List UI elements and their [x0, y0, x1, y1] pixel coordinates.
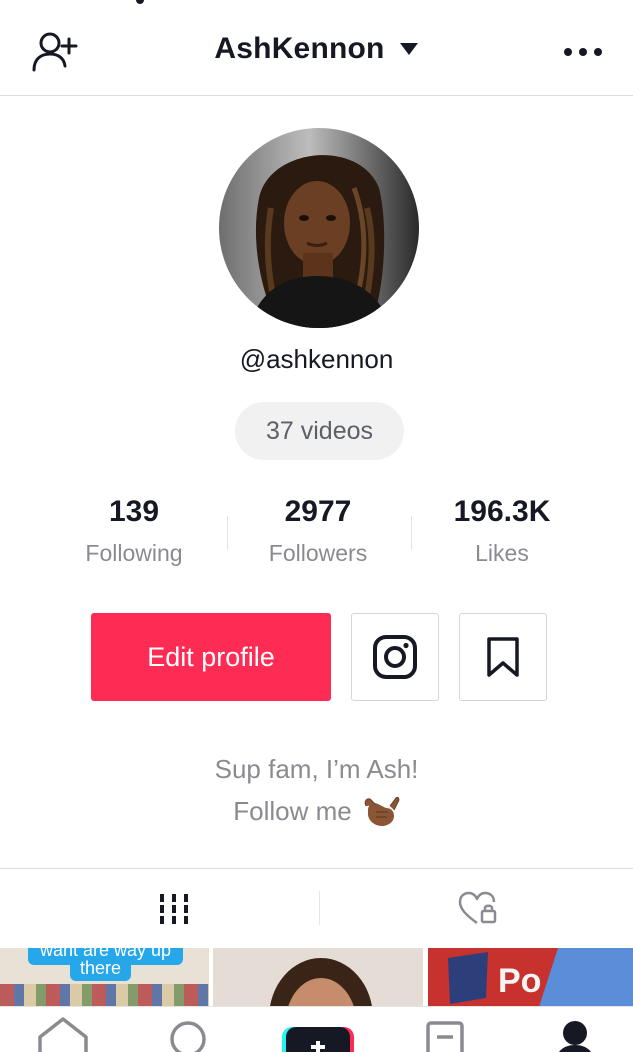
status-indicator [136, 0, 144, 4]
stat-value: 2977 [284, 495, 352, 528]
svg-text:Po: Po [498, 962, 541, 1000]
bookmark-icon [487, 637, 519, 677]
discover-icon[interactable] [154, 1007, 224, 1052]
profile-tabs [0, 868, 633, 948]
profile-stats: 139 Following 2977 Followers 196.3K Like… [0, 494, 633, 574]
stat-value: 196.3K [453, 495, 551, 528]
videos-grid-icon [160, 894, 188, 924]
stat-likes[interactable]: 196.3K Likes [412, 494, 592, 567]
stat-label: Following [85, 540, 183, 566]
bottom-nav [0, 1006, 633, 1052]
account-username: AshKennon [214, 32, 385, 65]
thumbnail-background [213, 948, 423, 1010]
profile-bio: Sup fam, I’m Ash! Follow me [0, 748, 633, 832]
instagram-icon [373, 635, 417, 679]
favorites-button[interactable] [459, 613, 547, 701]
bio-text: Follow me [233, 796, 352, 826]
caret-down-icon [399, 43, 418, 55]
stat-value: 139 [108, 495, 160, 528]
more-icon[interactable] [563, 38, 603, 66]
call-me-hand-emoji [362, 792, 400, 830]
create-icon[interactable] [282, 1007, 354, 1052]
status-bar [0, 0, 633, 8]
videos-count-badge: 37 videos [235, 402, 404, 460]
profile-icon[interactable] [538, 1007, 608, 1052]
stat-label: Followers [268, 540, 368, 566]
stat-label: Likes [475, 540, 529, 566]
profile-header: AshKennon [0, 8, 633, 96]
video-thumbnail[interactable]: want are way up there [0, 948, 209, 1010]
profile-handle: @ashkennon [239, 344, 394, 374]
instagram-button[interactable] [351, 613, 439, 701]
stat-following[interactable]: 139 Following [44, 494, 224, 567]
liked-private-icon [458, 891, 497, 925]
video-thumbnail[interactable] [213, 948, 423, 1010]
tab-videos[interactable] [16, 869, 332, 949]
edit-profile-button[interactable]: Edit profile [91, 613, 331, 701]
thumbnail-caption: there [70, 956, 132, 981]
bio-line: Follow me [233, 790, 400, 832]
thumbnail-background: Po [428, 948, 633, 1010]
avatar[interactable] [219, 128, 419, 328]
account-switcher[interactable]: AshKennon [0, 32, 633, 66]
bio-line: Sup fam, I’m Ash! [214, 754, 419, 784]
inbox-icon[interactable] [410, 1007, 480, 1052]
tab-liked[interactable] [320, 869, 633, 949]
video-thumbnail[interactable]: Po [428, 948, 633, 1010]
stat-followers[interactable]: 2977 Followers [228, 494, 408, 567]
home-icon[interactable] [28, 1007, 98, 1052]
video-grid: want are way up there Po [0, 948, 633, 1010]
